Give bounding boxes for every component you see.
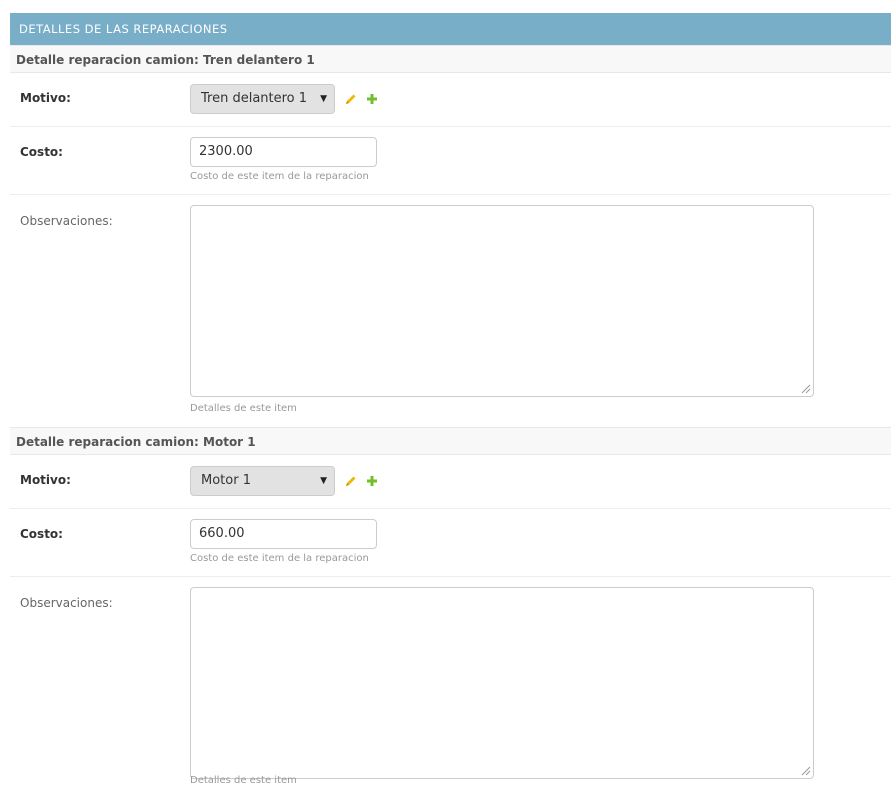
module-title: DETALLES DE LAS REPARACIONES [10,13,891,45]
plus-icon[interactable] [365,474,379,488]
costo-input[interactable]: 2300.00 [190,137,377,167]
motivo-select[interactable]: Tren delantero 1 ▼ [190,84,335,114]
caret-down-icon: ▼ [320,94,327,104]
observaciones-textarea[interactable] [190,587,814,779]
observaciones-label: Observaciones: [20,214,113,228]
costo-help-text: Costo de este item de la reparacion [190,171,369,182]
observaciones-label: Observaciones: [20,596,113,610]
observaciones-help-text: Detalles de este item [190,775,297,786]
inline-group: DETALLES DE LAS REPARACIONES Detalle rep… [10,13,891,809]
observaciones-help-text: Detalles de este item [190,403,297,414]
motivo-select[interactable]: Motor 1 ▼ [190,466,335,496]
motivo-row: Motivo: Tren delantero 1 ▼ [10,73,891,127]
caret-down-icon: ▼ [320,476,327,486]
motivo-label: Motivo: [20,473,71,487]
plus-icon[interactable] [365,92,379,106]
resize-handle-icon[interactable] [801,384,811,394]
motivo-label: Motivo: [20,91,71,105]
inline-header: Detalle reparacion camion: Motor 1 [10,427,891,455]
costo-row: Costo: 2300.00 Costo de este item de la … [10,127,891,195]
pencil-icon[interactable] [344,92,358,106]
motivo-selected-value: Motor 1 [201,473,251,488]
costo-label: Costo: [20,527,63,541]
inline-header: Detalle reparacion camion: Tren delanter… [10,45,891,73]
motivo-row: Motivo: Motor 1 ▼ [10,455,891,509]
costo-row: Costo: 660.00 Costo de este item de la r… [10,509,891,577]
observaciones-row: Observaciones: Detalles de este item [10,195,891,427]
costo-label: Costo: [20,145,63,159]
inline-form-1: Detalle reparacion camion: Tren delanter… [10,45,891,427]
costo-input[interactable]: 660.00 [190,519,377,549]
inline-form-2: Detalle reparacion camion: Motor 1 Motiv… [10,427,891,809]
observaciones-textarea[interactable] [190,205,814,397]
resize-handle-icon[interactable] [801,766,811,776]
observaciones-row: Observaciones: Detalles de este item [10,577,891,809]
motivo-selected-value: Tren delantero 1 [201,91,308,106]
costo-help-text: Costo de este item de la reparacion [190,553,369,564]
pencil-icon[interactable] [344,474,358,488]
